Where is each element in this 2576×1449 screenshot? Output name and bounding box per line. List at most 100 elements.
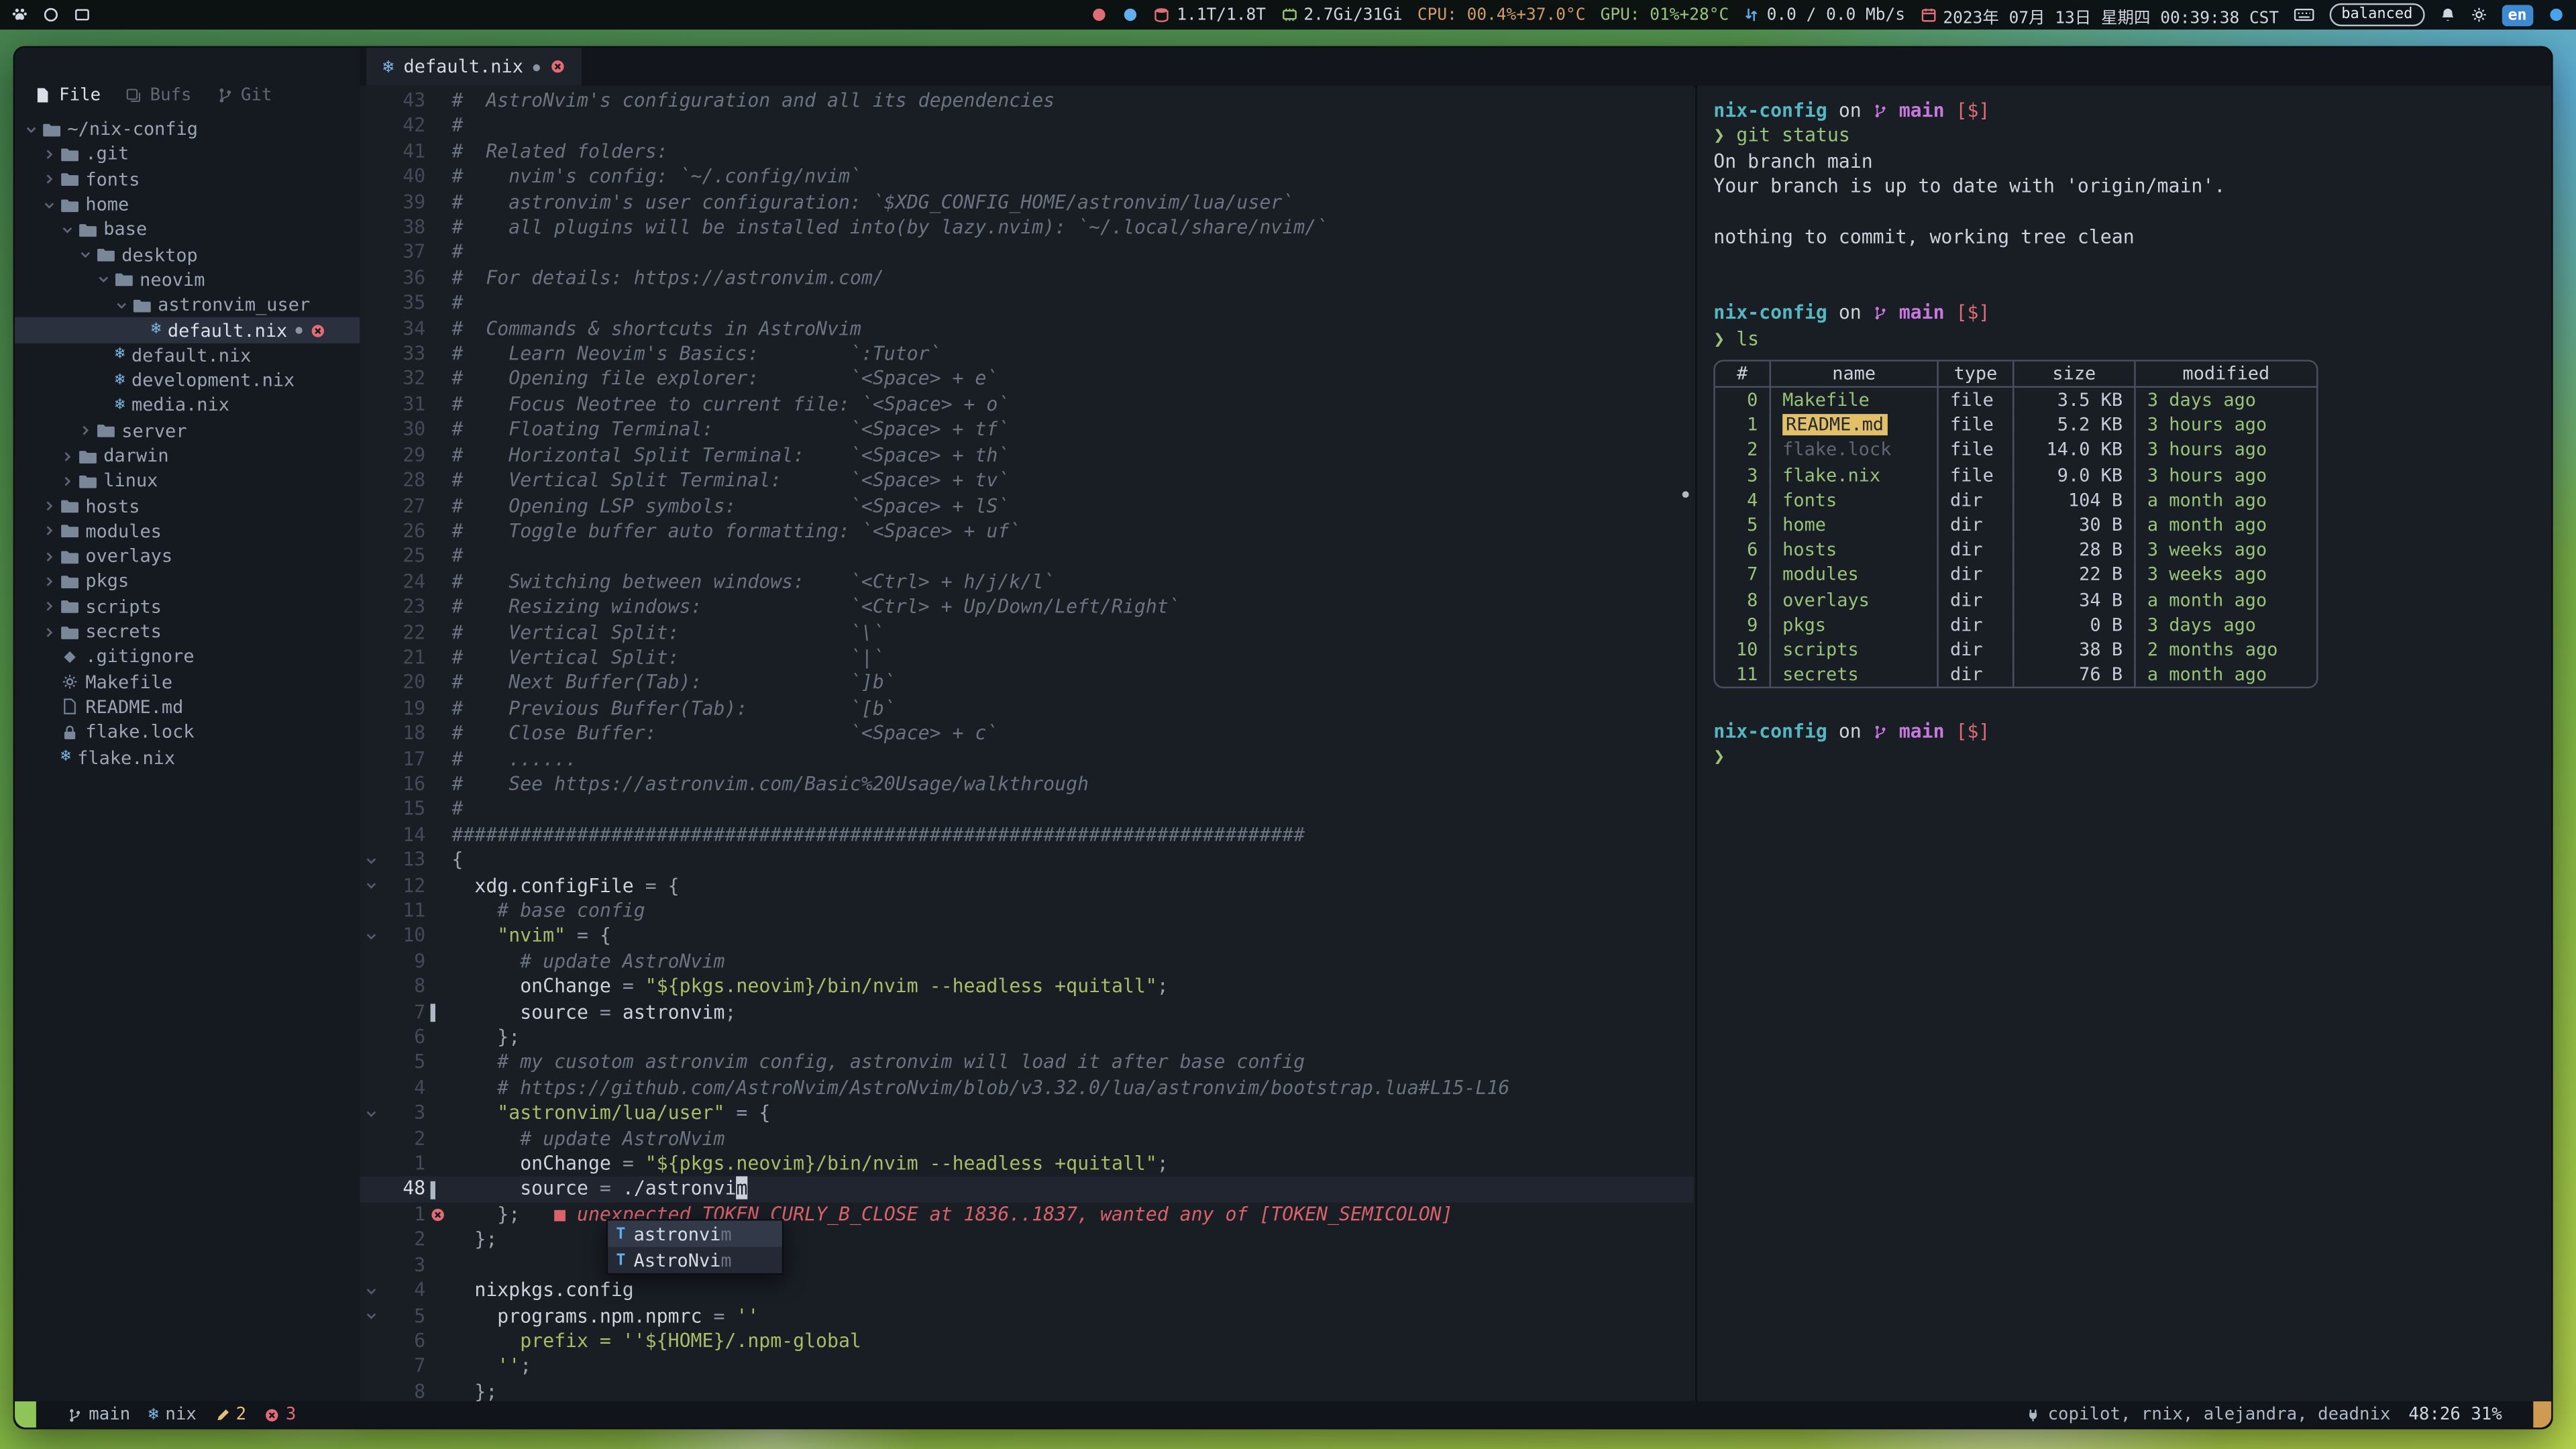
code-line[interactable]: 3 "astronvim/lua/user" = { [360,1101,1694,1126]
code-line[interactable]: 26# Toggle buffer auto formatting: `<Spa… [360,519,1694,545]
tree-item[interactable]: home [15,192,360,217]
code-line[interactable]: 25# [360,544,1694,570]
tree-item[interactable]: ❄default.nix● [15,318,360,343]
tree-item[interactable]: flake.lock [15,720,360,745]
code-line[interactable]: 27# Opening LSP symbols: `<Space> + lS` [360,494,1694,519]
tab-default-nix[interactable]: ❄ default.nix ● [366,48,581,85]
code-line[interactable]: 19# Previous Buffer(Tab): `[b` [360,696,1694,722]
code-line[interactable]: 23# Resizing windows: `<Ctrl> + Up/Down/… [360,595,1694,621]
code-line[interactable]: 4 # https://github.com/AstroNvim/AstroNv… [360,1076,1694,1102]
code-line[interactable]: 2 # update AstroNvim [360,1126,1694,1152]
explorer-tab-git[interactable]: Git [216,85,272,105]
scrollbar-thumb[interactable] [1682,491,1689,498]
code-line[interactable]: 1 }; ■ unexpected TOKEN_CURLY_B_CLOSE at… [360,1202,1694,1228]
power-profile-badge[interactable]: balanced [2330,3,2424,26]
code-line[interactable]: 31# Focus Neotree to current file: `<Spa… [360,392,1694,418]
keyboard-layout-badge[interactable]: en [2502,4,2534,25]
code-line[interactable]: 22# Vertical Split: `\` [360,621,1694,646]
code-line[interactable]: 34# Commands & shortcuts in AstroNvim [360,317,1694,342]
code-line[interactable]: 17# ...... [360,747,1694,772]
code-line[interactable]: 8 }; [360,1379,1694,1401]
code-line[interactable]: 11 # base config [360,899,1694,924]
tree-item[interactable]: pkgs [15,569,360,594]
tree-item[interactable]: server [15,418,360,443]
code-line[interactable]: 5 # my cusotom astronvim config, astronv… [360,1051,1694,1076]
code-line[interactable]: 6 }; [360,1025,1694,1051]
tree-item[interactable]: linux [15,468,360,493]
tree-item[interactable]: .gitignore [15,645,360,669]
chevron-right-icon [61,474,77,488]
logo-icon[interactable] [11,7,28,23]
tree-item[interactable]: base [15,217,360,242]
code-line[interactable]: 39# astronvim's user configuration: `$XD… [360,190,1694,215]
code-line[interactable]: 30# Floating Terminal: `<Space> + tf` [360,418,1694,443]
tree-item[interactable]: ❄development.nix [15,368,360,392]
code-line[interactable]: 15# [360,798,1694,823]
tree-item[interactable]: modules [15,519,360,543]
code-line[interactable]: 13{ [360,848,1694,873]
code-line[interactable]: 33# Learn Neovim's Basics: `:Tutor` [360,342,1694,368]
completion-item[interactable]: TAstroNvim [608,1247,782,1273]
code-line[interactable]: 4 nixpkgs.config [360,1279,1694,1304]
terminal-pane[interactable]: nix-config on main [$]❯ git statusOn bra… [1695,85,2551,1401]
line-number: 48 [383,1177,426,1203]
code-line[interactable]: 3 [360,1253,1694,1279]
code-line[interactable]: 43# AstroNvim's configuration and all it… [360,89,1694,114]
code-line[interactable]: 21# Vertical Split: `|` [360,645,1694,671]
code-line[interactable]: 35# [360,291,1694,317]
line-number: 19 [383,696,426,722]
code-line[interactable]: 48 source = ./astronvim [360,1177,1694,1203]
tree-item[interactable]: scripts [15,594,360,619]
code-line[interactable]: 28# Vertical Split Terminal: `<Space> + … [360,468,1694,494]
code-line[interactable]: 8 onChange = "${pkgs.neovim}/bin/nvim --… [360,975,1694,1000]
code-line[interactable]: 2 }; [360,1228,1694,1253]
code-line[interactable]: 37# [360,241,1694,266]
tree-item[interactable]: Makefile [15,669,360,694]
code-line[interactable]: 20# Next Buffer(Tab): `]b` [360,671,1694,696]
tree-item[interactable]: ❄default.nix [15,343,360,368]
diagnostics-errors[interactable]: 3 [264,1405,296,1424]
tree-item[interactable]: secrets [15,619,360,644]
code-line[interactable]: 40# nvim's config: `~/.config/nvim` [360,164,1694,190]
tree-item[interactable]: astronvim_user [15,292,360,317]
keyboard-layout[interactable]: en [2502,4,2534,25]
win-icon[interactable] [74,7,90,23]
code-line[interactable]: 16# See https://astronvim.com/Basic%20Us… [360,772,1694,798]
completion-item[interactable]: Tastronvim [608,1221,782,1247]
explorer-tab-bufs[interactable]: Bufs [125,85,192,105]
code-line[interactable]: 7 ''; [360,1354,1694,1380]
code-line[interactable]: 9 # update AstroNvim [360,949,1694,975]
code-line[interactable]: 42# [360,114,1694,140]
code-line[interactable]: 14######################################… [360,822,1694,848]
code-editor[interactable]: 43# AstroNvim's configuration and all it… [360,85,1694,1401]
tree-item[interactable]: neovim [15,268,360,292]
code-line[interactable]: 5 programs.npm.npmrc = '' [360,1303,1694,1329]
tree-item[interactable]: desktop [15,242,360,267]
code-line[interactable]: 29# Horizontal Split Terminal: `<Space> … [360,443,1694,468]
close-icon[interactable] [550,59,565,74]
tree-item[interactable]: overlays [15,544,360,569]
git-branch[interactable]: main [67,1405,130,1424]
circle-icon[interactable] [43,7,59,23]
code-line[interactable]: 41# Related folders: [360,140,1694,165]
code-line[interactable]: 6 prefix = ''${HOME}/.npm-global [360,1329,1694,1354]
code-line[interactable]: 32# Opening file explorer: `<Space> + e` [360,367,1694,392]
tree-item[interactable]: ❄flake.nix [15,745,360,769]
tree-item[interactable]: fonts [15,167,360,192]
tree-item[interactable]: hosts [15,494,360,519]
code-line[interactable]: 7 source = astronvim; [360,1000,1694,1026]
code-line[interactable]: 38# all plugins will be installed into(b… [360,215,1694,241]
code-line[interactable]: 1 onChange = "${pkgs.neovim}/bin/nvim --… [360,1152,1694,1177]
code-line[interactable]: 12 xdg.configFile = { [360,873,1694,899]
tree-item[interactable]: ❄media.nix [15,393,360,418]
diagnostics-warnings[interactable]: 2 [215,1405,246,1424]
code-line[interactable]: 18# Close Buffer: `<Space> + c` [360,721,1694,747]
tree-item[interactable]: ~/nix-config [15,117,360,142]
code-line[interactable]: 36# For details: https://astronvim.com/ [360,266,1694,291]
code-line[interactable]: 10 "nvim" = { [360,924,1694,949]
code-line[interactable]: 24# Switching between windows: `<Ctrl> +… [360,570,1694,595]
explorer-tab-file[interactable]: File [34,85,101,105]
tree-item[interactable]: README.md [15,694,360,719]
tree-item[interactable]: .git [15,142,360,166]
tree-item[interactable]: darwin [15,443,360,468]
